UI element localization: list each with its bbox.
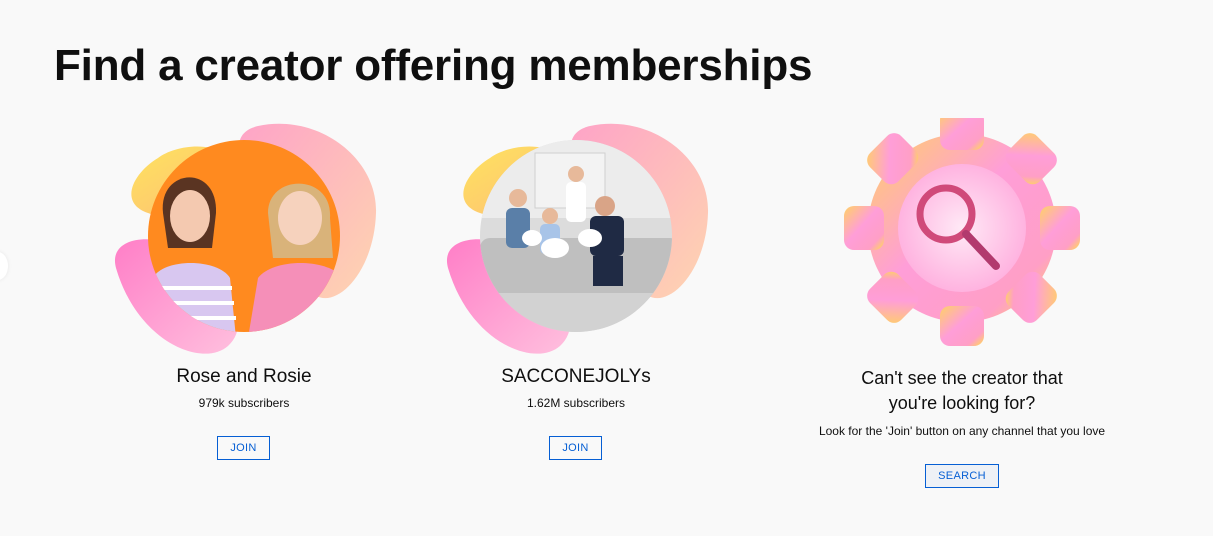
page-title: Find a creator offering memberships bbox=[54, 41, 813, 90]
subscriber-count: 979k subscribers bbox=[198, 396, 290, 410]
creator-card-sacconejolys: SACCONEJOLYs 1.62M subscribers JOIN bbox=[440, 118, 712, 478]
creator-avatar-art[interactable] bbox=[440, 118, 712, 358]
search-creator-card: Can't see the creator that you're lookin… bbox=[792, 118, 1132, 498]
search-card-title: Can't see the creator that you're lookin… bbox=[792, 366, 1132, 416]
subscriber-count: 1.62M subscribers bbox=[526, 396, 626, 410]
magnifier-gear-icon bbox=[844, 118, 1080, 346]
join-button[interactable]: JOIN bbox=[217, 436, 270, 460]
search-button[interactable]: SEARCH bbox=[925, 464, 999, 488]
search-card-title-line1: Can't see the creator that bbox=[861, 368, 1063, 388]
creator-name[interactable]: SACCONEJOLYs bbox=[440, 365, 712, 389]
join-button[interactable]: JOIN bbox=[549, 436, 602, 460]
search-card-subtitle: Look for the 'Join' button on any channe… bbox=[818, 424, 1106, 438]
creator-name[interactable]: Rose and Rosie bbox=[108, 365, 380, 389]
creator-card-rose-and-rosie: Rose and Rosie 979k subscribers JOIN bbox=[108, 118, 380, 478]
creator-avatar-art[interactable] bbox=[108, 118, 380, 358]
search-card-title-line2: you're looking for? bbox=[888, 393, 1036, 413]
carousel-edge-handle[interactable] bbox=[0, 252, 8, 280]
